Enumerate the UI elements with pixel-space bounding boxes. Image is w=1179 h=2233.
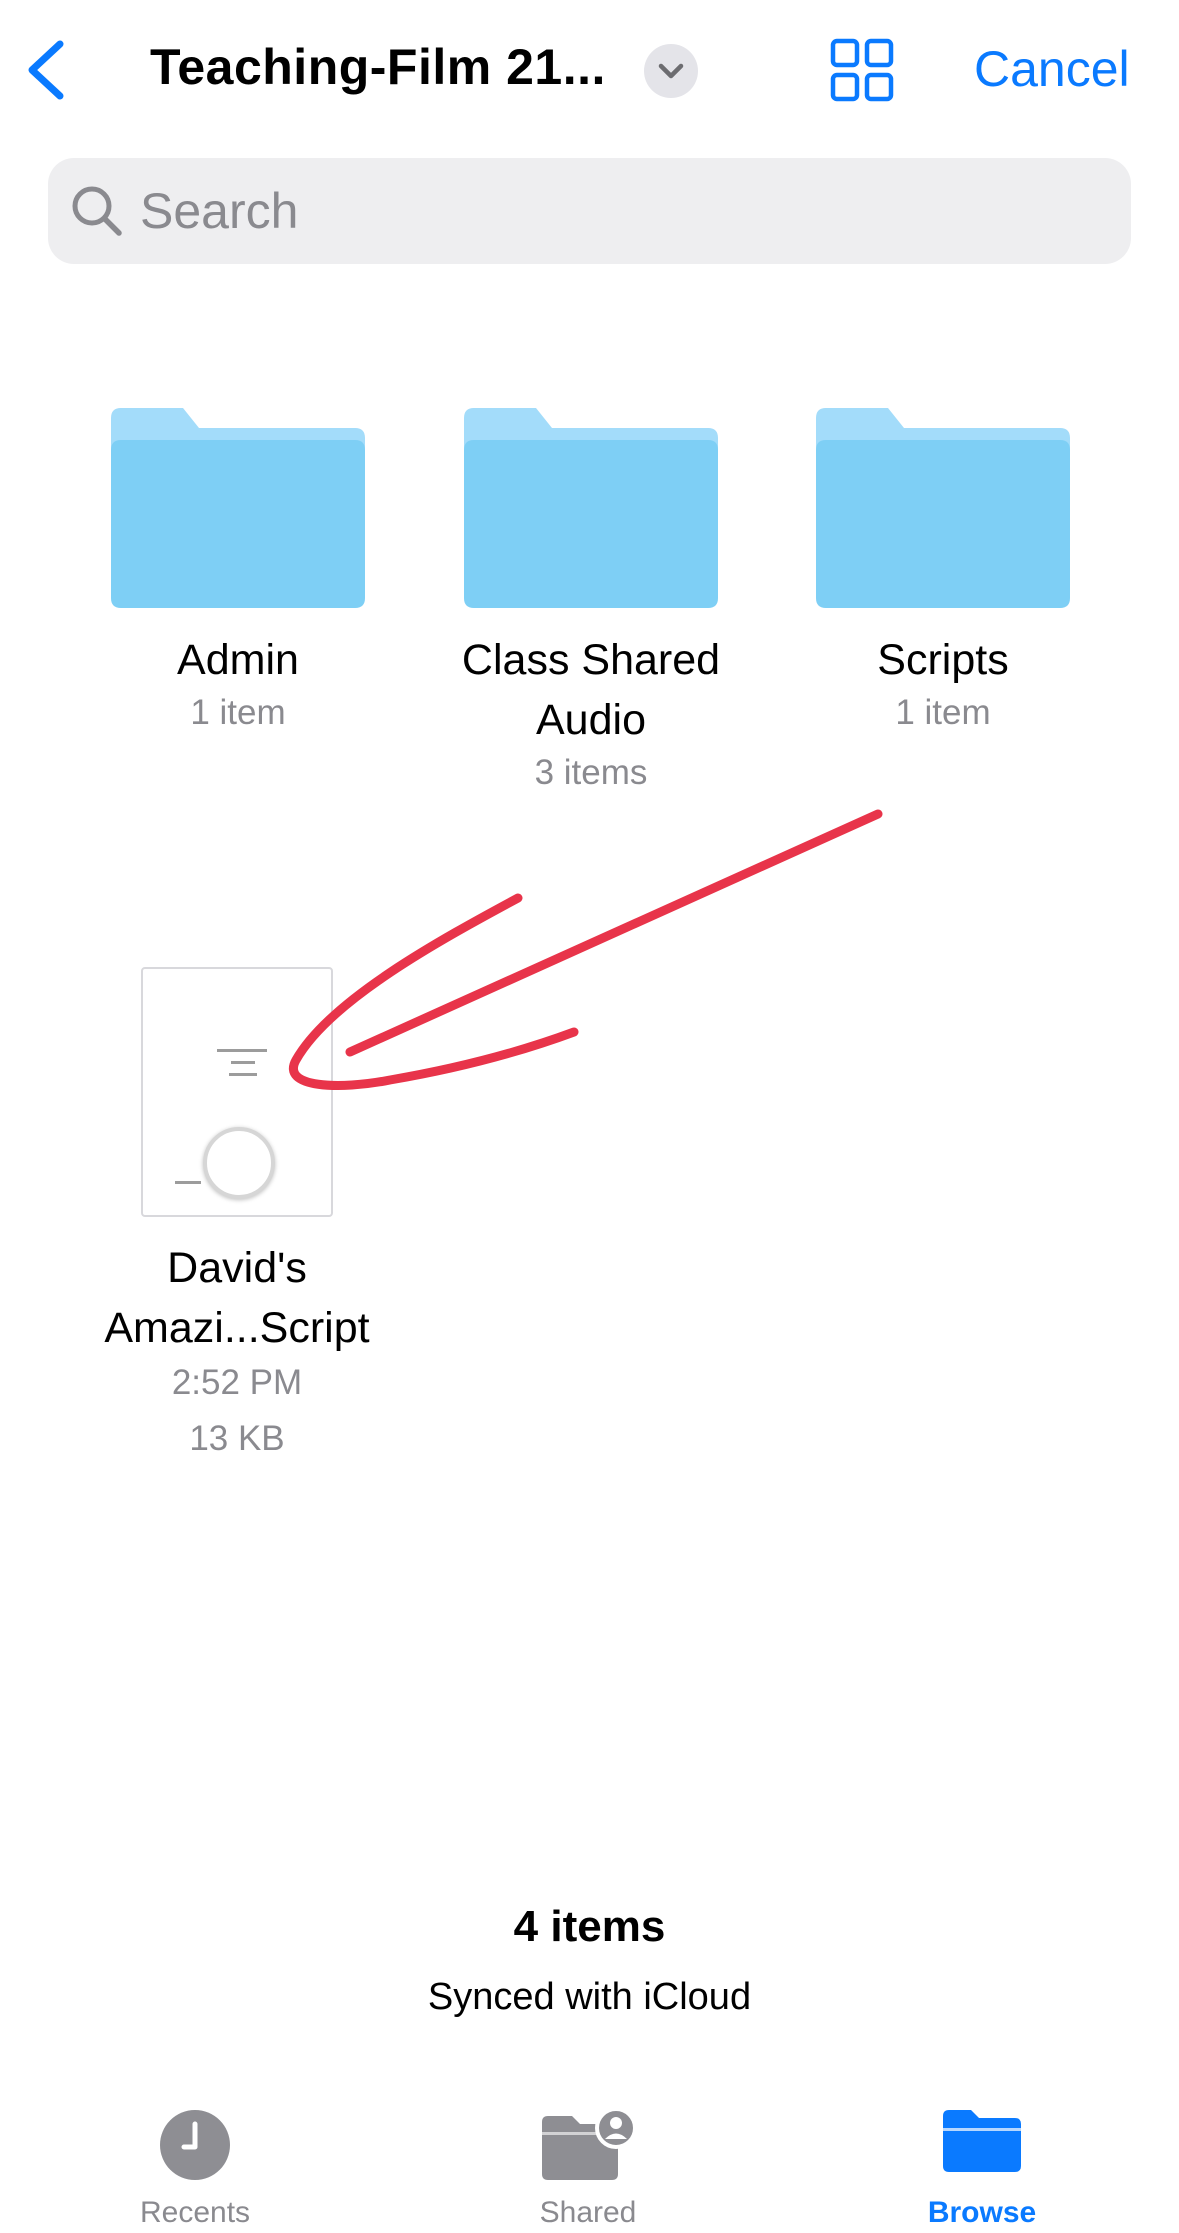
search-icon [72, 186, 122, 236]
chevron-down-icon [658, 63, 684, 79]
item-count: 4 items [513, 1902, 666, 1951]
tab-recents[interactable]: Recents [75, 2090, 315, 2233]
folder-icon [111, 408, 365, 608]
tab-shared[interactable]: Shared [468, 2090, 708, 2233]
folder-item-scripts[interactable]: Scripts 1 item [816, 408, 1070, 738]
search-bar[interactable] [48, 158, 1131, 264]
folder-name-line-1: Class Shared [461, 636, 721, 684]
folder-icon [943, 2110, 1021, 2172]
document-name-line-1: David's [167, 1244, 307, 1292]
document-text-line [217, 1049, 267, 1052]
cancel-button[interactable]: Cancel [974, 40, 1130, 98]
tab-bar: Recents Shared Browse [0, 2090, 1179, 2233]
tab-label: Shared [539, 2196, 637, 2229]
tab-label: Recents [139, 2196, 251, 2229]
folder-icon [816, 408, 1070, 608]
clock-icon [160, 2110, 230, 2180]
grid-view-icon [830, 38, 894, 102]
document-time: 2:52 PM [171, 1363, 303, 1402]
chevron-left-icon [28, 40, 64, 100]
back-button[interactable] [22, 36, 72, 104]
document-size: 13 KB [189, 1419, 285, 1458]
folder-icon [464, 408, 718, 608]
download-progress-circle [203, 1127, 275, 1199]
tab-label: Browse [927, 2196, 1037, 2229]
document-text-line [175, 1181, 201, 1184]
page-title[interactable]: Teaching-Film 21... [150, 38, 606, 96]
tab-browse[interactable]: Browse [862, 2090, 1102, 2233]
folder-name: Scripts [877, 636, 1009, 684]
title-menu-button[interactable] [644, 44, 698, 98]
sync-status: Synced with iCloud [427, 1976, 752, 2018]
folder-item-count: 3 items [534, 753, 648, 792]
folder-name: Admin [177, 636, 299, 684]
folder-item-count: 1 item [190, 693, 286, 732]
folder-item-admin[interactable]: Admin 1 item [111, 408, 365, 738]
folder-name-line-2: Audio [536, 696, 646, 744]
navigation-bar: Teaching-Film 21... Cancel [0, 0, 1179, 140]
folder-item-count: 1 item [895, 693, 991, 732]
folder-item-class-shared-audio[interactable]: Class Shared Audio 3 items [462, 408, 720, 798]
document-text-line [231, 1061, 255, 1064]
search-input[interactable] [140, 180, 1100, 242]
document-text-line [229, 1073, 257, 1076]
shared-folder-icon [542, 2108, 637, 2180]
document-thumbnail[interactable] [141, 967, 333, 1217]
view-options-button[interactable] [830, 38, 894, 102]
document-name-line-2: Amazi...Script [104, 1304, 370, 1352]
document-item-script[interactable]: David's Amazi...Script 2:52 PM 13 KB [80, 1238, 394, 1468]
